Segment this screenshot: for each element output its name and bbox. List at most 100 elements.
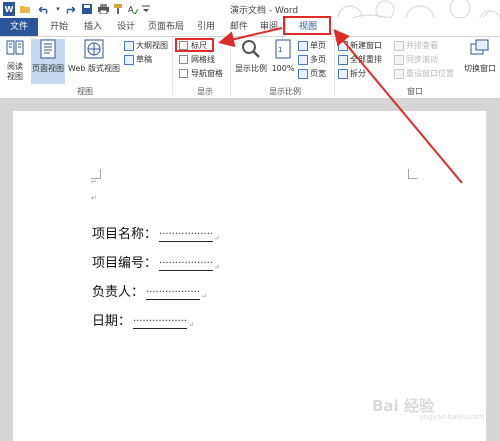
ribbon-view: 阅读 视图 页面视图 Web 版式视图 大纲视图 草稿 视图 标尺 网格线 导航…: [0, 37, 500, 99]
tab-references[interactable]: 引用: [192, 18, 220, 36]
nav-pane-check-icon[interactable]: [179, 69, 188, 78]
group-label-window: 窗口: [407, 87, 423, 96]
sync-scroll-label: 同步滚动: [406, 55, 438, 64]
read-mode-button[interactable]: 阅读 视图: [2, 39, 28, 82]
magnifier-icon: [242, 40, 260, 58]
ribbon-tab-bar: 文件 开始 插入 设计 页面布局 引用 邮件 审阅 视图: [0, 17, 500, 37]
field-project-name: 项目名称： ················· ↵: [92, 223, 220, 242]
page-width-label: 页宽: [310, 69, 326, 78]
sync-scroll-icon: [394, 54, 404, 65]
title-bar: W ▾ A 演示文档 - Word: [0, 0, 500, 36]
window-title: 演示文档 - Word: [230, 6, 299, 16]
side-by-side-icon: [394, 40, 404, 51]
switch-windows-icon: [470, 39, 489, 55]
field-label: 项目名称：: [92, 227, 158, 242]
tab-page-layout[interactable]: 页面布局: [143, 18, 189, 36]
open-folder-icon[interactable]: [19, 2, 31, 16]
outline-button[interactable]: 大纲视图: [124, 40, 168, 51]
read-mode-icon: [6, 40, 24, 55]
paragraph-mark: ↵: [214, 234, 220, 242]
zoom-100-icon: 1: [275, 39, 291, 59]
print-layout-button[interactable]: 页面视图: [31, 39, 65, 84]
word-logo-icon: W: [3, 2, 15, 16]
reset-position-icon: [394, 68, 404, 79]
page-width-button[interactable]: 页宽: [298, 68, 326, 79]
undo-icon[interactable]: [37, 2, 51, 16]
side-by-side-button[interactable]: 并排查看: [394, 40, 438, 51]
draft-label: 草稿: [136, 55, 152, 64]
arrange-all-button[interactable]: 全部重排: [338, 54, 382, 65]
nav-pane-label: 导航窗格: [191, 69, 223, 78]
redo-icon[interactable]: [63, 2, 75, 16]
arrange-all-icon: [338, 54, 348, 65]
tab-design[interactable]: 设计: [111, 18, 141, 36]
nav-pane-checkbox[interactable]: 导航窗格: [179, 68, 223, 79]
new-window-label: 新建窗口: [350, 41, 382, 50]
field-underline: ·················: [146, 287, 201, 300]
multi-page-icon: [298, 54, 308, 65]
group-label-views: 视图: [77, 87, 93, 96]
document-area[interactable]: ↵ ↵ 项目名称： ················· ↵ 项目编号： ·······…: [0, 99, 500, 441]
group-separator: [172, 40, 173, 95]
paragraph-mark: ↵: [188, 321, 194, 329]
group-label-zoom: 显示比例: [269, 87, 301, 96]
sync-scroll-button[interactable]: 同步滚动: [394, 54, 438, 65]
arrange-all-label: 全部重排: [350, 55, 382, 64]
reset-position-button[interactable]: 重设窗口位置: [394, 68, 454, 79]
web-layout-button[interactable]: Web 版式视图: [66, 39, 122, 74]
field-underline: ·················: [159, 258, 214, 271]
zoom-button[interactable]: 显示比例: [233, 39, 269, 74]
paragraph-mark: ↵: [214, 263, 220, 271]
group-label-show: 显示: [197, 87, 213, 96]
document-page[interactable]: ↵ ↵ 项目名称： ················· ↵ 项目编号： ·······…: [13, 111, 486, 441]
field-label: 项目编号：: [92, 256, 158, 271]
reset-position-label: 重设窗口位置: [406, 69, 454, 78]
paragraph-mark: ↵: [91, 178, 97, 186]
undo-dropdown-icon[interactable]: ▾: [54, 2, 62, 16]
field-underline: ·················: [159, 229, 214, 242]
draft-icon: [124, 54, 134, 65]
field-date: 日期： ················· ↵: [92, 310, 194, 329]
print-icon[interactable]: [97, 2, 109, 16]
tab-home[interactable]: 开始: [44, 18, 74, 36]
field-project-number: 项目编号： ················· ↵: [92, 252, 220, 271]
group-separator: [230, 40, 231, 95]
new-window-icon: [338, 40, 348, 51]
switch-windows-button[interactable]: 切换窗口: [462, 39, 498, 74]
web-layout-icon: [84, 39, 104, 59]
print-layout-icon: [40, 39, 56, 59]
tab-file[interactable]: 文件: [0, 18, 38, 36]
group-separator: [334, 40, 335, 95]
crop-mark-top-right: [408, 169, 418, 179]
page-width-icon: [298, 68, 308, 79]
one-page-label: 单页: [310, 41, 326, 50]
tab-insert[interactable]: 插入: [78, 18, 108, 36]
one-page-icon: [298, 40, 308, 51]
gridlines-check-icon[interactable]: [179, 55, 188, 64]
field-underline: ·················: [133, 316, 188, 329]
split-icon: [338, 68, 348, 79]
side-by-side-label: 并排查看: [406, 41, 438, 50]
gridlines-checkbox[interactable]: 网格线: [179, 54, 215, 65]
tab-mailings[interactable]: 邮件: [224, 18, 254, 36]
format-painter-icon[interactable]: [112, 2, 124, 16]
spellcheck-icon[interactable]: A: [127, 2, 139, 16]
tab-review[interactable]: 审阅: [254, 18, 284, 36]
print-layout-label: 页面视图: [32, 64, 64, 73]
zoom-label: 显示比例: [235, 64, 267, 73]
paragraph-mark: ↵: [201, 292, 207, 300]
zoom-100-button[interactable]: 1 100%: [271, 39, 295, 74]
multi-page-label: 多页: [310, 55, 326, 64]
read-mode-label: 阅读 视图: [7, 62, 23, 81]
split-label: 拆分: [350, 69, 366, 78]
multi-page-button[interactable]: 多页: [298, 54, 326, 65]
svg-text:1: 1: [278, 46, 282, 54]
save-icon[interactable]: [81, 2, 93, 16]
zoom-100-label: 100%: [271, 64, 295, 73]
one-page-button[interactable]: 单页: [298, 40, 326, 51]
new-window-button[interactable]: 新建窗口: [338, 40, 382, 51]
split-button[interactable]: 拆分: [338, 68, 366, 79]
field-owner: 负责人： ················· ↵: [92, 281, 207, 300]
customize-qat-icon[interactable]: [141, 2, 151, 16]
draft-button[interactable]: 草稿: [124, 54, 152, 65]
